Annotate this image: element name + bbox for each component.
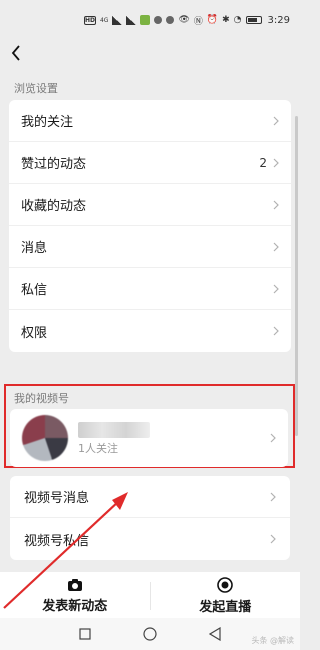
my-channel-title: 我的视频号 bbox=[14, 392, 69, 405]
row-direct-messages[interactable]: 私信 bbox=[9, 268, 291, 310]
row-label: 我的关注 bbox=[21, 115, 74, 130]
row-messages[interactable]: 消息 bbox=[9, 226, 291, 268]
row-label: 视频号消息 bbox=[24, 491, 90, 506]
hd-icon: HD bbox=[83, 15, 96, 25]
home-icon[interactable] bbox=[143, 627, 157, 641]
row-label: 消息 bbox=[21, 241, 48, 256]
browse-settings-card: 我的关注 赞过的动态 2 收藏的动态 消息 私信 权限 bbox=[9, 100, 291, 352]
chevron-right-icon bbox=[273, 326, 279, 336]
avatar bbox=[22, 415, 68, 461]
chevron-right-icon bbox=[273, 284, 279, 293]
app-notification-icon bbox=[140, 15, 151, 25]
row-liked-posts[interactable]: 赞过的动态 2 bbox=[9, 142, 291, 184]
chevron-right-icon bbox=[273, 200, 279, 209]
channel-name-blurred bbox=[78, 422, 150, 438]
live-record-icon bbox=[217, 577, 234, 593]
status-time: 3:29 bbox=[267, 14, 290, 26]
chevron-right-icon bbox=[273, 116, 279, 125]
nfc-icon: Ⓝ bbox=[193, 16, 203, 27]
row-label: 私信 bbox=[21, 283, 48, 298]
wifi-icon: ◔ bbox=[233, 15, 242, 25]
post-new-button[interactable]: 发表新动态 bbox=[0, 572, 150, 620]
channel-info: 1人关注 bbox=[78, 418, 270, 458]
row-channel-dm[interactable]: 视频号私信 bbox=[10, 518, 290, 560]
status-bar: HD 4G 👁 Ⓝ ⏰ ✱ ◔ 3:29 bbox=[0, 0, 300, 40]
chevron-right-icon bbox=[270, 492, 276, 501]
my-channel-card[interactable]: 1人关注 bbox=[10, 409, 288, 467]
chevron-right-icon bbox=[273, 158, 279, 167]
post-new-label: 发表新动态 bbox=[42, 599, 108, 614]
row-permissions[interactable]: 权限 bbox=[9, 310, 291, 352]
row-label: 收藏的动态 bbox=[21, 199, 87, 214]
action-bar: 发表新动态 发起直播 bbox=[0, 572, 300, 620]
follower-count: 1人关注 bbox=[78, 442, 118, 455]
row-channel-messages[interactable]: 视频号消息 bbox=[10, 476, 290, 518]
scrollbar[interactable] bbox=[295, 116, 298, 436]
notification-dot-icon-2 bbox=[166, 16, 175, 24]
row-following[interactable]: 我的关注 bbox=[9, 100, 291, 142]
back-button[interactable] bbox=[6, 40, 26, 66]
signal-icon-2 bbox=[126, 15, 137, 25]
row-label: 赞过的动态 bbox=[21, 157, 87, 172]
notification-dot-icon bbox=[154, 16, 163, 24]
eye-icon: 👁 bbox=[178, 15, 190, 25]
system-nav-bar: 头条 @解读 bbox=[0, 618, 300, 650]
go-live-button[interactable]: 发起直播 bbox=[151, 572, 301, 620]
row-label: 权限 bbox=[21, 325, 48, 341]
signal-icon bbox=[112, 15, 123, 25]
bluetooth-icon: ✱ bbox=[222, 15, 230, 25]
network-type: 4G bbox=[99, 16, 109, 24]
watermark: 头条 @解读 bbox=[251, 636, 294, 645]
channel-options-card: 视频号消息 视频号私信 bbox=[10, 476, 290, 560]
row-saved-posts[interactable]: 收藏的动态 bbox=[9, 184, 291, 226]
chevron-right-icon bbox=[270, 534, 276, 544]
recent-apps-icon[interactable] bbox=[79, 628, 91, 640]
chevron-right-icon bbox=[270, 433, 276, 443]
battery-icon bbox=[245, 16, 262, 24]
liked-count: 2 bbox=[259, 155, 267, 170]
back-nav-icon[interactable] bbox=[209, 627, 221, 641]
go-live-label: 发起直播 bbox=[199, 600, 252, 615]
camera-icon bbox=[67, 579, 82, 591]
row-label: 视频号私信 bbox=[24, 533, 90, 549]
browse-settings-title: 浏览设置 bbox=[14, 82, 58, 95]
chevron-right-icon bbox=[273, 242, 279, 251]
chevron-left-icon bbox=[11, 45, 20, 61]
alarm-icon: ⏰ bbox=[206, 15, 219, 25]
